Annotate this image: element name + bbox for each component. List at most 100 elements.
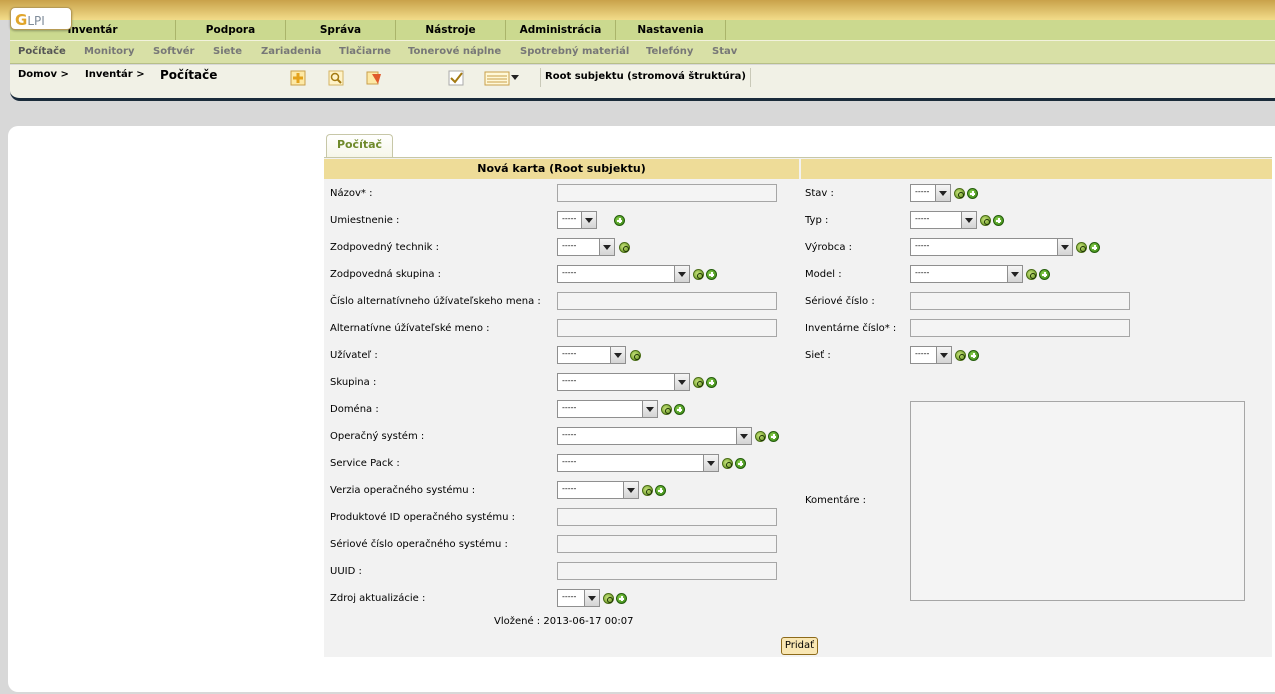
submenu-monitory[interactable]: Monitory <box>84 41 134 64</box>
add-icon[interactable] <box>614 215 625 226</box>
name-input[interactable] <box>557 184 777 202</box>
glpi-logo[interactable]: GLPI <box>10 7 72 30</box>
menu-administracia[interactable]: Administrácia <box>506 20 616 40</box>
submenu-siete[interactable]: Siete <box>213 41 242 64</box>
label-siet: Sieť : <box>805 350 831 361</box>
group-select[interactable]: ----- <box>557 373 690 391</box>
menu-nastavenia[interactable]: Nastavenia <box>616 20 726 40</box>
chevron-down-icon <box>584 590 599 606</box>
type-select[interactable]: ----- <box>910 211 977 229</box>
label-operacny-system: Operačný systém : <box>330 431 425 442</box>
os-product-id-input[interactable] <box>557 508 777 526</box>
chevron-down-icon <box>599 239 614 255</box>
label-stav: Stav : <box>805 188 834 199</box>
model-select[interactable]: ----- <box>910 265 1023 283</box>
submenu-spotrebny-material[interactable]: Spotrebný materiál <box>520 41 629 64</box>
search-icon[interactable] <box>619 242 630 253</box>
add-icon[interactable] <box>1089 242 1100 253</box>
user-select[interactable]: ----- <box>557 346 626 364</box>
manufacturer-select[interactable]: ----- <box>910 238 1073 256</box>
label-umiestnenie: Umiestnenie : <box>330 215 400 226</box>
add-icon[interactable] <box>706 269 717 280</box>
search-icon[interactable] <box>328 70 344 86</box>
network-select[interactable]: ----- <box>910 346 952 364</box>
label-produktove-id: Produktové ID operačného systému : <box>330 512 515 523</box>
search-icon[interactable] <box>954 188 965 199</box>
list-display-icon[interactable] <box>484 70 520 86</box>
add-button[interactable]: Pridať <box>781 637 818 655</box>
location-select[interactable]: ----- <box>557 211 597 229</box>
menu-podpora[interactable]: Podpora <box>176 20 286 40</box>
add-icon[interactable] <box>674 404 685 415</box>
breadcrumb-bar: Domov > Inventár > Počítače Root subjekt… <box>10 65 1275 101</box>
search-icon[interactable] <box>955 350 966 361</box>
search-icon[interactable] <box>722 458 733 469</box>
label-alt-meno: Alternatívne úžívateľské meno : <box>330 323 490 334</box>
comment-textarea[interactable] <box>910 401 1245 601</box>
submenu-zariadenia[interactable]: Zariadenia <box>261 41 321 64</box>
search-icon[interactable] <box>630 350 641 361</box>
chevron-down-icon <box>581 212 596 228</box>
search-icon[interactable] <box>603 593 614 604</box>
search-icon[interactable] <box>693 377 704 388</box>
alt-username-input[interactable] <box>557 319 777 337</box>
submenu-pocitace[interactable]: Počítače <box>18 41 66 64</box>
search-icon[interactable] <box>1076 242 1087 253</box>
label-verzia-os: Verzia operačného systému : <box>330 485 476 496</box>
chevron-down-icon <box>1057 239 1072 255</box>
search-icon[interactable] <box>755 431 766 442</box>
search-icon[interactable] <box>642 485 653 496</box>
service-pack-select[interactable]: ----- <box>557 454 719 472</box>
add-icon[interactable] <box>290 70 306 86</box>
form-header-right <box>801 159 1272 179</box>
add-icon[interactable] <box>1039 269 1050 280</box>
submenu-tonerove-naplne[interactable]: Tonerové náplne <box>408 41 501 64</box>
add-icon[interactable] <box>993 215 1004 226</box>
serial-input[interactable] <box>910 292 1130 310</box>
submenu-telefony[interactable]: Telefóny <box>646 41 693 64</box>
label-seriove-cislo-os: Sériové číslo operačného systému : <box>330 539 508 550</box>
top-bar <box>0 0 1275 20</box>
status-select[interactable]: ----- <box>910 184 951 202</box>
submenu-tlaciarne[interactable]: Tlačiarne <box>339 41 391 64</box>
breadcrumb-home[interactable]: Domov > <box>18 69 69 80</box>
menu-sprava[interactable]: Správa <box>286 20 396 40</box>
os-select[interactable]: ----- <box>557 427 752 445</box>
uuid-input[interactable] <box>557 562 777 580</box>
check-icon[interactable] <box>448 70 464 86</box>
add-icon[interactable] <box>768 431 779 442</box>
add-icon[interactable] <box>706 377 717 388</box>
chevron-down-icon <box>610 347 625 363</box>
os-version-select[interactable]: ----- <box>557 481 639 499</box>
submenu-softver[interactable]: Softvér <box>153 41 194 64</box>
search-icon[interactable] <box>661 404 672 415</box>
inventory-number-input[interactable] <box>910 319 1130 337</box>
label-zodpovedna-skupina: Zodpovedná skupina : <box>330 269 442 280</box>
label-service-pack: Service Pack : <box>330 458 400 469</box>
tab-pocitac[interactable]: Počítač <box>326 134 393 157</box>
domain-select[interactable]: ----- <box>557 400 658 418</box>
label-uuid: UUID : <box>330 566 362 577</box>
entity-selector[interactable]: Root subjektu (stromová štruktúra) <box>540 68 751 87</box>
add-icon[interactable] <box>735 458 746 469</box>
tech-group-select[interactable]: ----- <box>557 265 690 283</box>
menu-nastroje[interactable]: Nástroje <box>396 20 506 40</box>
os-serial-input[interactable] <box>557 535 777 553</box>
add-icon[interactable] <box>655 485 666 496</box>
technician-select[interactable]: ----- <box>557 238 615 256</box>
search-icon[interactable] <box>693 269 704 280</box>
chevron-down-icon <box>961 212 976 228</box>
chevron-down-icon <box>935 185 950 201</box>
add-icon[interactable] <box>616 593 627 604</box>
add-icon[interactable] <box>967 188 978 199</box>
label-cislo-alt-mena: Číslo alternatívneho úžívateľskeho mena … <box>330 296 541 307</box>
submenu-stav[interactable]: Stav <box>712 41 737 64</box>
breadcrumb-inventory[interactable]: Inventár > <box>85 69 145 80</box>
template-icon[interactable] <box>366 70 382 86</box>
computer-form: Nová karta (Root subjektu) Názov* : Umie… <box>324 157 1272 657</box>
search-icon[interactable] <box>980 215 991 226</box>
search-icon[interactable] <box>1026 269 1037 280</box>
alt-username-number-input[interactable] <box>557 292 777 310</box>
add-icon[interactable] <box>968 350 979 361</box>
update-source-select[interactable]: ----- <box>557 589 600 607</box>
